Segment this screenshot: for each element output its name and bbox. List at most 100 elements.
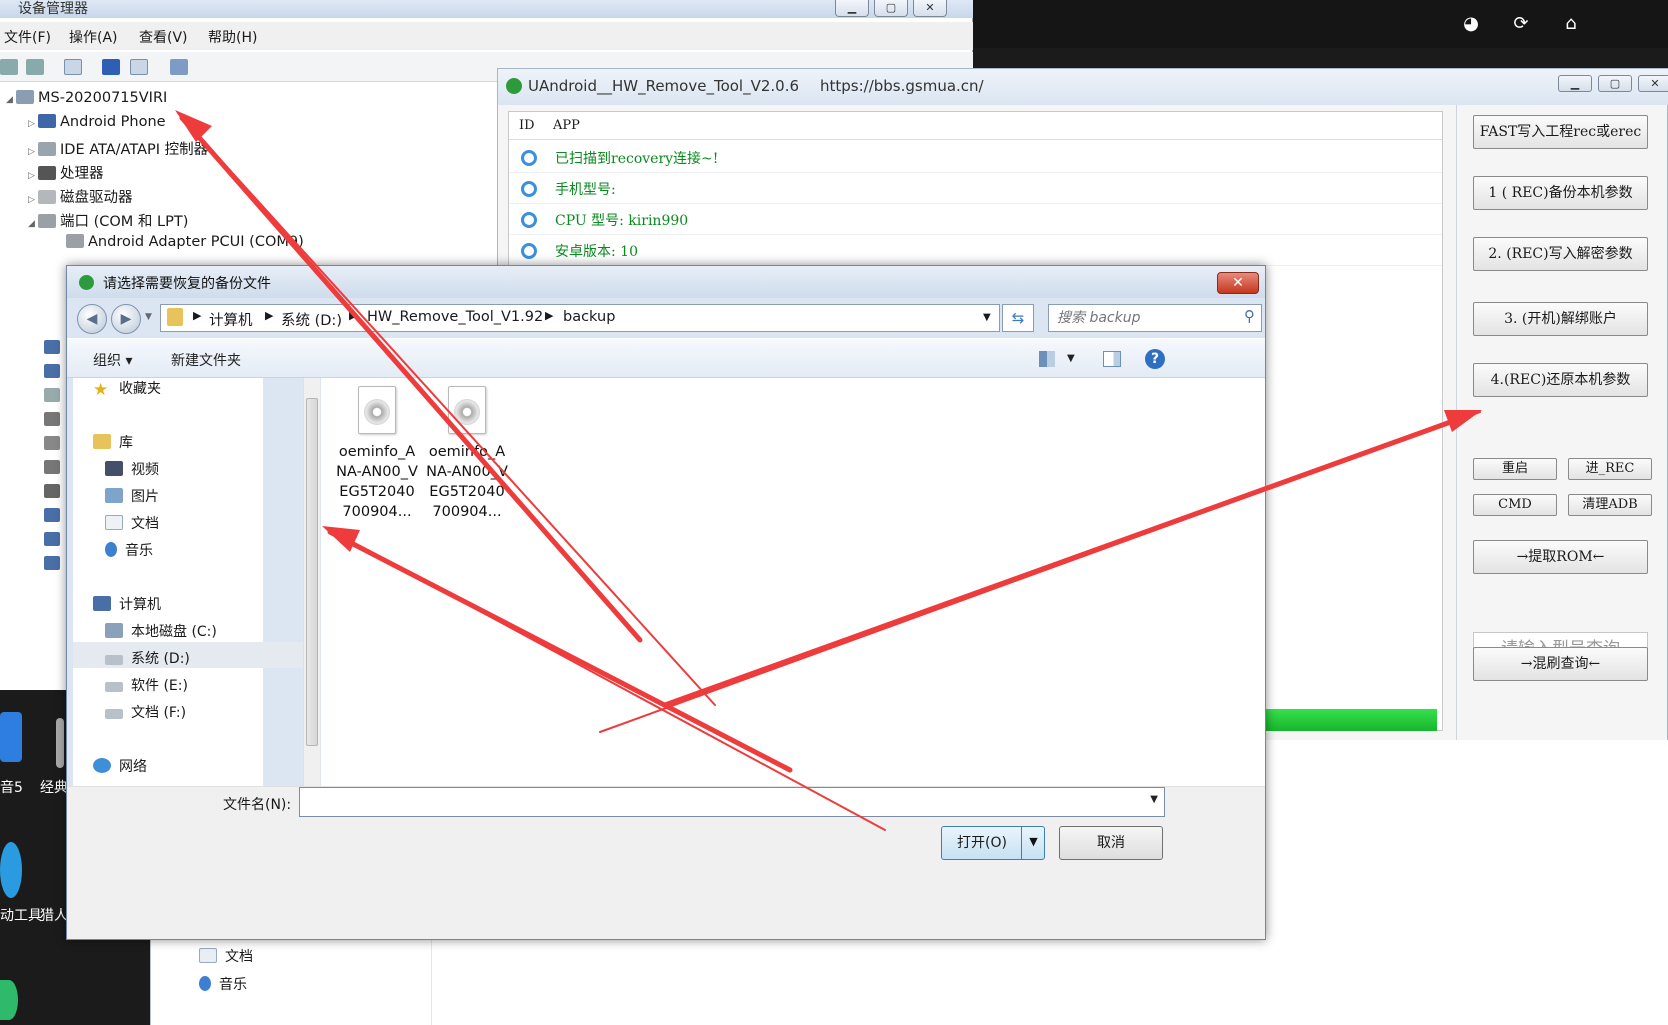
close-button[interactable]: ✕ bbox=[913, 0, 947, 17]
menu-file[interactable]: 文件(F) bbox=[4, 27, 51, 47]
breadcrumb-backup[interactable]: backup bbox=[563, 309, 615, 325]
nav-drive-e[interactable]: 软件 (E:) bbox=[105, 675, 188, 699]
flash-query-button[interactable]: →混刷查询← bbox=[1473, 647, 1648, 681]
menu-action[interactable]: 操作(A) bbox=[69, 27, 118, 47]
nav-favorites[interactable]: ★ 收藏夹 bbox=[93, 378, 161, 402]
backup-params-button[interactable]: 1 ( REC)备份本机参数 bbox=[1473, 176, 1648, 210]
menu-help[interactable]: 帮助(H) bbox=[208, 27, 257, 47]
menu-bar: 文件(F) 操作(A) 查看(V) 帮助(H) bbox=[0, 22, 973, 50]
maximize-button[interactable]: ▢ bbox=[874, 0, 908, 17]
nav-videos[interactable]: 视频 bbox=[105, 459, 159, 483]
back-button[interactable]: ◀ bbox=[77, 304, 107, 334]
breadcrumb-drive-d[interactable]: 系统 (D:) bbox=[281, 309, 342, 330]
properties-icon[interactable] bbox=[130, 59, 148, 75]
library-icon bbox=[93, 434, 111, 449]
close-button[interactable]: ✕ bbox=[1638, 75, 1668, 92]
back-icon[interactable] bbox=[0, 59, 18, 75]
nav-drive-f[interactable]: 文档 (F:) bbox=[105, 702, 186, 726]
video-icon bbox=[105, 461, 123, 476]
refresh-icon[interactable]: ⟳ bbox=[1511, 14, 1531, 34]
fast-write-rec-button[interactable]: FAST写入工程rec或erec bbox=[1473, 115, 1648, 149]
nav-computer[interactable]: 计算机 bbox=[93, 594, 161, 618]
help-icon[interactable] bbox=[102, 59, 120, 75]
console-tree-icon[interactable] bbox=[64, 59, 82, 75]
nav-drive-d[interactable]: 系统 (D:) bbox=[105, 648, 190, 672]
write-decrypt-button[interactable]: 2. (REC)写入解密参数 bbox=[1473, 237, 1648, 271]
chevron-down-icon[interactable]: ▼ bbox=[983, 312, 991, 323]
cmd-button[interactable]: CMD bbox=[1473, 494, 1557, 516]
computer-icon bbox=[93, 596, 111, 611]
nav-music[interactable]: 音乐 bbox=[105, 540, 153, 564]
desktop-app-icon[interactable] bbox=[0, 980, 18, 1020]
device-manager-title: 设备管理器 bbox=[18, 1, 88, 17]
tool-url[interactable]: https://bbs.gsmua.cn/ bbox=[820, 77, 984, 95]
reboot-button[interactable]: 重启 bbox=[1473, 458, 1557, 480]
speaker-icon bbox=[44, 436, 60, 450]
chevron-right-icon: ▶ bbox=[349, 309, 358, 322]
address-bar[interactable]: ▶ 计算机 ▶ 系统 (D:) ▶ HW_Remove_Tool_V1.92 ▶… bbox=[160, 304, 1000, 332]
scrollbar-thumb[interactable] bbox=[306, 398, 318, 746]
tree-item-disk[interactable]: ▷ 磁盘驱动器 bbox=[28, 186, 133, 208]
tree-item-android-phone[interactable]: ▷ Android Phone bbox=[28, 114, 166, 136]
desktop-app-icon[interactable] bbox=[0, 712, 22, 762]
disc-image-file-icon bbox=[448, 386, 486, 434]
minimize-button[interactable]: ▁ bbox=[835, 0, 869, 17]
extract-rom-button[interactable]: →提取ROM← bbox=[1473, 540, 1648, 574]
port-icon bbox=[66, 234, 84, 248]
tree-item-adapter[interactable]: Android Adapter PCUI (COM9) bbox=[56, 234, 304, 256]
filename-input[interactable] bbox=[304, 791, 1124, 813]
chevron-down-icon[interactable]: ▼ bbox=[1150, 794, 1158, 805]
forward-icon[interactable] bbox=[26, 59, 44, 75]
globe-icon[interactable]: ◕ bbox=[1461, 14, 1481, 34]
refresh-icon[interactable]: ⇆ bbox=[1002, 304, 1034, 332]
breadcrumb-computer[interactable]: 计算机 bbox=[209, 309, 253, 330]
breadcrumb-tool-folder[interactable]: HW_Remove_Tool_V1.92 bbox=[367, 309, 543, 325]
help-icon[interactable]: ? bbox=[1145, 349, 1165, 369]
forward-button[interactable]: ▶ bbox=[111, 304, 141, 334]
recent-dropdown-icon[interactable]: ▼ bbox=[145, 312, 152, 322]
tree-root[interactable]: ◢ MS-20200715VIRI bbox=[6, 90, 167, 112]
processor-icon bbox=[38, 166, 56, 180]
search-input[interactable] bbox=[1057, 308, 1227, 328]
nav-network[interactable]: 网络 bbox=[93, 756, 147, 780]
header-app: APP bbox=[553, 118, 580, 133]
desktop-app-icon[interactable] bbox=[56, 718, 64, 768]
search-icon[interactable]: ⚲ bbox=[1244, 307, 1255, 325]
maximize-button[interactable]: ▢ bbox=[1598, 75, 1632, 92]
nav-music[interactable]: 音乐 bbox=[199, 974, 247, 998]
home-icon[interactable]: ⌂ bbox=[1561, 14, 1581, 34]
document-icon bbox=[105, 515, 123, 530]
clean-adb-button[interactable]: 清理ADB bbox=[1568, 494, 1652, 516]
tree-item-ide[interactable]: ▷ IDE ATA/ATAPI 控制器 bbox=[28, 138, 208, 160]
menu-view[interactable]: 查看(V) bbox=[139, 27, 188, 47]
folder-icon bbox=[167, 308, 183, 326]
preview-pane-icon[interactable] bbox=[1103, 351, 1121, 367]
scan-hardware-icon[interactable] bbox=[170, 59, 188, 75]
chevron-down-icon[interactable]: ▼ bbox=[1067, 353, 1075, 364]
file-item[interactable]: oeminfo_ANA-AN00_VEG5T2040700904... bbox=[336, 386, 418, 522]
new-folder-button[interactable]: 新建文件夹 bbox=[171, 350, 241, 370]
close-button[interactable]: ✕ bbox=[1217, 272, 1259, 294]
restore-params-button[interactable]: 4.(REC)还原本机参数 bbox=[1473, 363, 1648, 397]
status-dot-icon bbox=[521, 243, 537, 259]
nav-drive-c[interactable]: 本地磁盘 (C:) bbox=[105, 621, 217, 645]
filename-label: 文件名(N): bbox=[223, 797, 292, 813]
nav-library[interactable]: 库 bbox=[93, 432, 133, 456]
organize-button[interactable]: 组织 ▾ bbox=[93, 350, 132, 370]
tree-item-ports[interactable]: ◢ 端口 (COM 和 LPT) bbox=[28, 210, 188, 232]
enter-rec-button[interactable]: 进_REC bbox=[1568, 458, 1652, 480]
nav-documents[interactable]: 文档 bbox=[199, 946, 253, 970]
view-options-icon[interactable] bbox=[1039, 351, 1055, 367]
tree-item-processor[interactable]: ▷ 处理器 bbox=[28, 162, 104, 184]
app-logo-icon bbox=[79, 275, 94, 290]
file-item[interactable]: oeminfo_ANA-AN00_VEG5T2040700904... bbox=[426, 386, 508, 522]
star-icon: ★ bbox=[93, 380, 109, 400]
nav-pictures[interactable]: 图片 bbox=[105, 486, 159, 510]
open-dropdown-icon[interactable]: ▼ bbox=[1021, 826, 1045, 860]
unbind-account-button[interactable]: 3. (开机)解绑账户 bbox=[1473, 302, 1648, 336]
gear-icon[interactable] bbox=[0, 842, 22, 898]
nav-documents[interactable]: 文档 bbox=[105, 513, 159, 537]
nav-scrollbar[interactable] bbox=[303, 378, 320, 786]
cancel-button[interactable]: 取消 bbox=[1059, 826, 1163, 860]
minimize-button[interactable]: ▁ bbox=[1558, 75, 1592, 92]
